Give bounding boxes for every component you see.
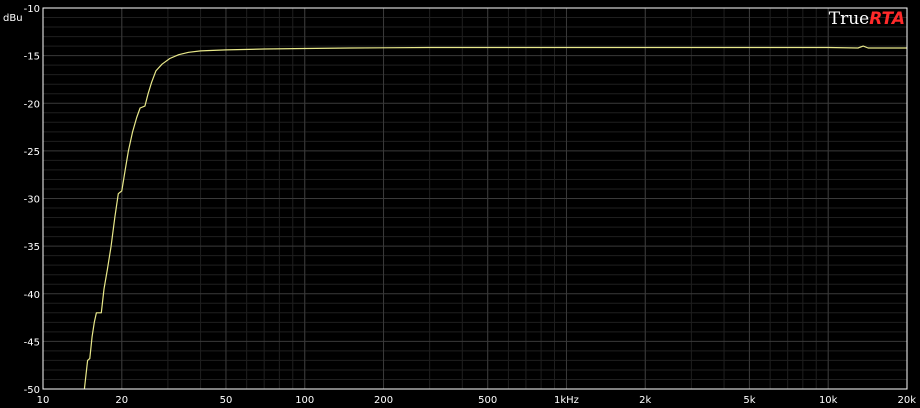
y-tick-label: -25 (24, 147, 40, 158)
x-tick-label: 100 (295, 395, 314, 406)
x-tick-label: 5k (743, 395, 755, 406)
y-axis: -10-15-20-25-30-35-40-45-50 (24, 4, 40, 396)
y-tick-label: -35 (24, 242, 40, 253)
frequency-response-chart: -10-15-20-25-30-35-40-45-50 10 20 50 100 200… (3, 4, 917, 406)
x-tick-label: 50 (220, 395, 233, 406)
x-tick-label: 20 (115, 395, 128, 406)
y-axis-label: dBu (3, 13, 23, 24)
x-tick-label: 20k (897, 395, 916, 406)
x-axis: 10 20 50 100 200 500 1kHz 2k 5k 10k 20k (37, 395, 917, 406)
logo-true-text: True (829, 9, 869, 29)
x-tick-label: 1kHz (554, 395, 579, 406)
y-tick-label: -15 (24, 52, 40, 63)
y-tick-label: -45 (24, 337, 40, 348)
rta-plot-window: -10 -15 -20 -25 -30 -35 -40 -45 -50 10 20 50 100 200… (0, 0, 920, 408)
logo-rta-text: RTA (869, 9, 905, 29)
svg-text:TrueRTA: TrueRTA (829, 9, 905, 29)
y-tick-label: -10 (24, 4, 40, 15)
y-tick-label: -30 (24, 195, 40, 206)
grid (43, 8, 907, 389)
y-tick-label: -40 (24, 290, 40, 301)
x-tick-label: 200 (374, 395, 393, 406)
x-tick-label: 2k (639, 395, 651, 406)
x-tick-label: 10k (819, 395, 838, 406)
x-tick-label: 500 (478, 395, 497, 406)
y-tick-label: -20 (24, 99, 40, 110)
truerta-logo: TrueRTA (829, 9, 905, 29)
x-tick-label: 10 (37, 395, 50, 406)
